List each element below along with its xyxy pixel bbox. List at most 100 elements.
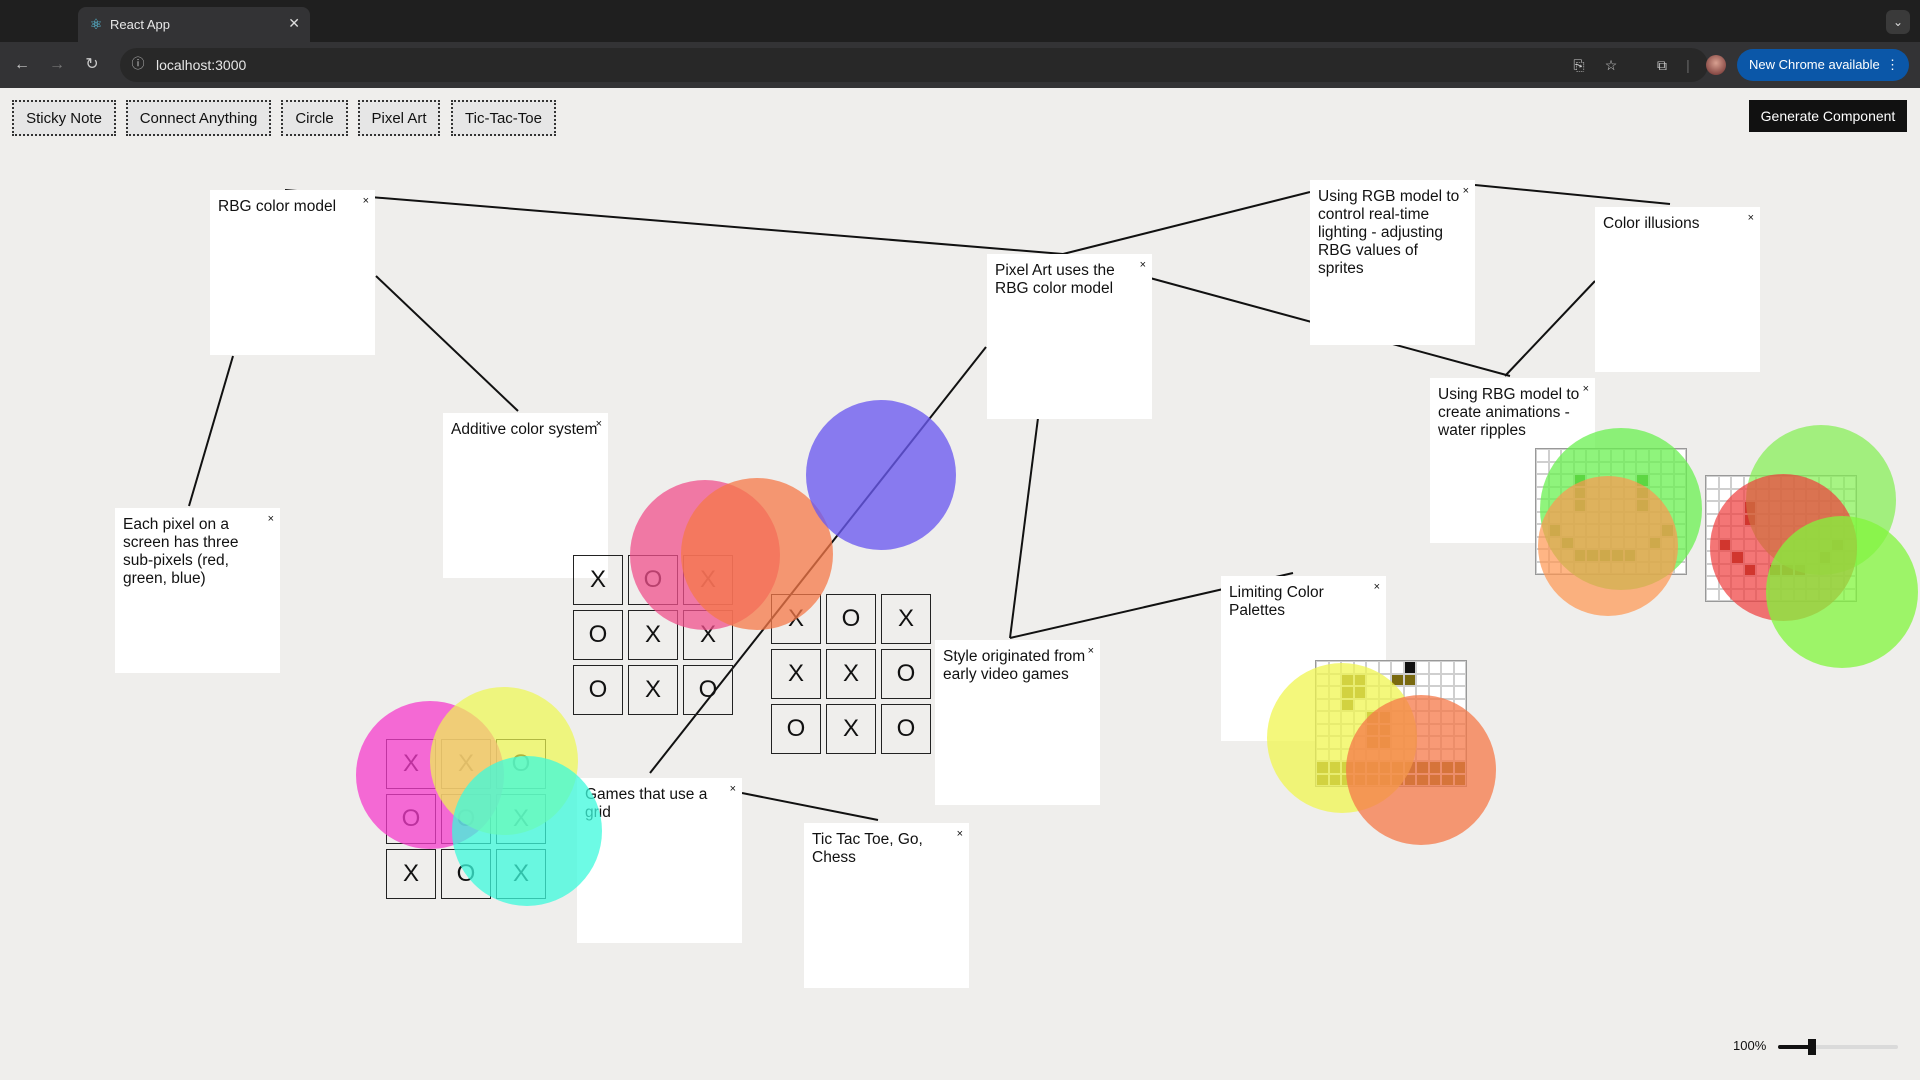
browser-tab[interactable]: ⚛ React App ✕ xyxy=(78,7,310,42)
board-cell[interactable]: O xyxy=(771,704,821,754)
pixel-cell[interactable] xyxy=(1706,488,1719,501)
board-cell[interactable]: X xyxy=(573,555,623,605)
sticky-note[interactable]: Additive color system × xyxy=(443,413,608,578)
sticky-note[interactable]: Tic Tac Toe, Go, Chess × xyxy=(804,823,969,988)
site-info-icon[interactable]: ⓘ xyxy=(130,56,146,72)
note-text[interactable]: RBG color model xyxy=(218,198,336,215)
menu-kebab-icon[interactable]: ⋮ xyxy=(1886,49,1899,81)
board-cell[interactable]: O xyxy=(881,704,931,754)
board-cell[interactable]: X xyxy=(771,649,821,699)
board-cell[interactable]: O xyxy=(573,610,623,660)
circle-shape[interactable] xyxy=(1346,695,1496,845)
note-text[interactable]: Pixel Art uses the RBG color model xyxy=(995,262,1115,297)
note-text[interactable]: Each pixel on a screen has three sub-pix… xyxy=(123,516,238,587)
close-icon[interactable]: × xyxy=(596,415,602,433)
pixel-cell[interactable] xyxy=(1416,661,1429,674)
profile-avatar[interactable] xyxy=(1706,55,1726,75)
new-chrome-available-button[interactable]: New Chrome available ⋮ xyxy=(1737,49,1909,81)
connector-line[interactable] xyxy=(284,189,1064,255)
board-cell[interactable]: O xyxy=(683,665,733,715)
pixel-cell[interactable] xyxy=(1428,661,1441,674)
close-icon[interactable]: × xyxy=(1463,182,1469,200)
pixel-cell[interactable] xyxy=(1391,661,1404,674)
close-icon[interactable]: × xyxy=(1583,380,1589,398)
connector-line[interactable] xyxy=(1504,280,1596,377)
pixel-cell[interactable] xyxy=(1416,673,1429,686)
close-icon[interactable]: × xyxy=(363,192,369,210)
connector-line[interactable] xyxy=(1009,417,1039,639)
connector-line[interactable] xyxy=(1062,191,1311,255)
pixel-cell[interactable] xyxy=(1441,661,1454,674)
close-icon[interactable]: × xyxy=(268,510,274,528)
pixel-cell[interactable] xyxy=(1453,673,1466,686)
pixel-cell[interactable] xyxy=(1441,673,1454,686)
url-text[interactable]: localhost:3000 xyxy=(156,57,246,73)
close-icon[interactable]: × xyxy=(1374,578,1380,596)
note-text[interactable]: Limiting Color Palettes xyxy=(1229,584,1324,619)
reload-icon[interactable]: ↻ xyxy=(82,55,102,75)
pixel-cell[interactable] xyxy=(1706,501,1719,514)
sticky-note[interactable]: RBG color model × xyxy=(210,190,375,355)
pixel-cell[interactable] xyxy=(1536,449,1549,462)
connector-line[interactable] xyxy=(1474,184,1671,205)
board-cell[interactable]: X xyxy=(386,849,436,899)
note-text[interactable]: Games that use a grid xyxy=(585,786,707,821)
circle-shape[interactable] xyxy=(806,400,956,550)
pixel-cell[interactable] xyxy=(1536,461,1549,474)
pixel-cell[interactable] xyxy=(1441,686,1454,699)
forward-arrow-icon[interactable]: → xyxy=(47,55,67,75)
circle-shape[interactable] xyxy=(452,756,602,906)
connector-line[interactable] xyxy=(741,792,879,821)
board-cell[interactable]: O xyxy=(826,594,876,644)
pixel-cell[interactable] xyxy=(1453,661,1466,674)
pixel-cell[interactable] xyxy=(1428,673,1441,686)
circle-shape[interactable] xyxy=(1766,516,1918,668)
board-cell[interactable]: O xyxy=(881,649,931,699)
note-text[interactable]: Additive color system xyxy=(451,421,597,438)
note-text[interactable]: Using RGB model to control real-time lig… xyxy=(1318,188,1459,277)
extensions-puzzle-icon[interactable]: ⧉ xyxy=(1652,55,1672,75)
zoom-slider-fill xyxy=(1778,1045,1812,1049)
pixel-cell[interactable] xyxy=(1718,476,1731,489)
sticky-note[interactable]: Color illusions × xyxy=(1595,207,1760,372)
connector-line[interactable] xyxy=(188,355,234,507)
canvas[interactable]: Sticky Note Connect Anything Circle Pixe… xyxy=(0,88,1920,1080)
circle-shape[interactable] xyxy=(1538,476,1678,616)
browser-toolbar: ← → ↻ ⓘ localhost:3000 ⎘ ☆ ⧉ | New Chrom… xyxy=(0,42,1920,88)
board-cell[interactable]: X xyxy=(881,594,931,644)
close-icon[interactable]: × xyxy=(1140,256,1146,274)
pixel-cell[interactable] xyxy=(1453,686,1466,699)
board-cell[interactable]: X xyxy=(826,704,876,754)
close-icon[interactable]: × xyxy=(1088,642,1094,660)
tab-close-icon[interactable]: ✕ xyxy=(288,15,300,32)
tab-title: React App xyxy=(110,17,170,32)
connector-line[interactable] xyxy=(375,275,519,412)
pixel-cell[interactable] xyxy=(1706,588,1719,601)
close-icon[interactable]: × xyxy=(957,825,963,843)
bookmark-star-icon[interactable]: ☆ xyxy=(1602,56,1620,74)
back-arrow-icon[interactable]: ← xyxy=(12,55,32,75)
sticky-note[interactable]: Pixel Art uses the RBG color model × xyxy=(987,254,1152,419)
sticky-note[interactable]: Each pixel on a screen has three sub-pix… xyxy=(115,508,280,673)
board-cell[interactable]: X xyxy=(628,665,678,715)
sticky-note[interactable]: Games that use a grid × xyxy=(577,778,742,943)
zoom-slider-thumb[interactable] xyxy=(1807,1039,1816,1055)
pixel-cell[interactable] xyxy=(1378,661,1391,674)
sticky-note[interactable]: Using RGB model to control real-time lig… xyxy=(1310,180,1475,345)
board-cell[interactable]: O xyxy=(573,665,623,715)
sticky-note[interactable]: Style originated from early video games … xyxy=(935,640,1100,805)
tab-search-chevron-icon[interactable]: ⌄ xyxy=(1886,10,1910,34)
pixel-cell[interactable] xyxy=(1403,673,1416,686)
zoom-slider[interactable] xyxy=(1778,1039,1898,1055)
note-text[interactable]: Tic Tac Toe, Go, Chess xyxy=(812,831,923,866)
note-text[interactable]: Using RBG model to create animations - w… xyxy=(1438,386,1579,439)
pixel-cell[interactable] xyxy=(1403,661,1416,674)
board-cell[interactable]: X xyxy=(826,649,876,699)
address-bar[interactable]: ⓘ localhost:3000 ⎘ ☆ xyxy=(120,48,1708,82)
pixel-cell[interactable] xyxy=(1706,476,1719,489)
install-app-icon[interactable]: ⎘ xyxy=(1570,56,1588,74)
note-text[interactable]: Color illusions xyxy=(1603,215,1699,232)
note-text[interactable]: Style originated from early video games xyxy=(943,648,1085,683)
close-icon[interactable]: × xyxy=(1748,209,1754,227)
close-icon[interactable]: × xyxy=(730,780,736,798)
